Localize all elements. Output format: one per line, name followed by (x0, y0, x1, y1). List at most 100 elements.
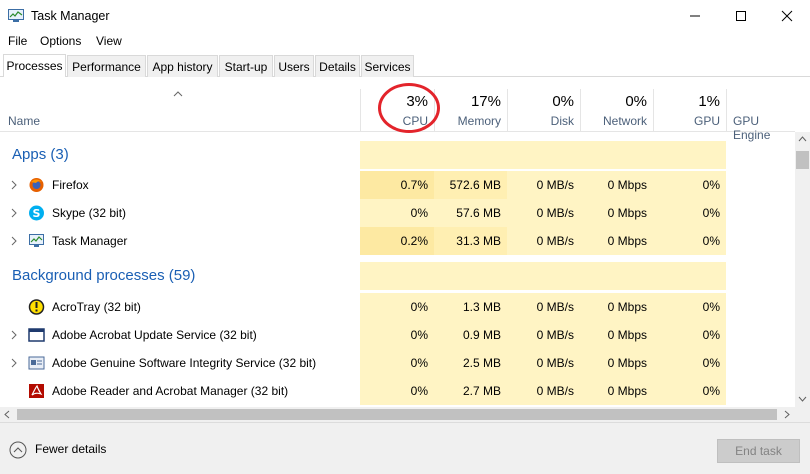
network-label: Network (602, 114, 647, 128)
memory-cell: 2.5 MB (434, 349, 507, 377)
acrotray-icon (28, 299, 45, 315)
gpu-cell: 0% (653, 227, 726, 255)
gpu-cell: 0% (653, 321, 726, 349)
section-background-title: Background processes (59) (12, 267, 196, 284)
footer: Fewer details End task (0, 422, 810, 474)
section-background[interactable]: Background processes (59) (0, 262, 795, 290)
header-memory[interactable]: 17% Memory (434, 89, 507, 132)
disk-cell: 0 MB/s (507, 199, 580, 227)
scroll-up-icon[interactable] (798, 136, 807, 142)
horizontal-scroll-thumb[interactable] (17, 409, 777, 420)
chevron-right-icon[interactable] (10, 330, 18, 340)
firefox-icon (29, 178, 44, 192)
close-button[interactable] (764, 0, 810, 32)
network-cell: 0 Mbps (580, 199, 653, 227)
memory-cell: 2.7 MB (434, 377, 507, 405)
memory-cell: 57.6 MB (434, 199, 507, 227)
tab-performance[interactable]: Performance (67, 55, 146, 77)
cpu-cell: 0.7% (360, 171, 434, 199)
process-name: Adobe Acrobat Update Service (32 bit) (52, 328, 257, 342)
section-apps[interactable]: Apps (3) (0, 141, 795, 169)
chevron-right-icon[interactable] (10, 208, 18, 218)
maximize-button[interactable] (718, 0, 764, 32)
header-gpu-engine[interactable]: GPU Engine (726, 89, 795, 142)
gpu-cell: 0% (653, 377, 726, 405)
tab-app-history[interactable]: App history (147, 55, 218, 77)
tab-details[interactable]: Details (315, 55, 360, 77)
window-title: Task Manager (31, 9, 110, 23)
process-list: Apps (3) 0.7% 572.6 MB 0 MB/s 0 Mbps 0% … (0, 133, 795, 407)
disk-label: Disk (550, 114, 574, 128)
table-row[interactable]: 0% 57.6 MB 0 MB/s 0 Mbps 0% S Skype (32 … (0, 199, 795, 227)
disk-cell: 0 MB/s (507, 293, 580, 321)
menu-bar: File Options View (0, 32, 810, 52)
task-manager-icon (29, 234, 44, 247)
gpu-cell: 0% (653, 171, 726, 199)
service-window-icon (28, 328, 45, 342)
header-disk[interactable]: 0% Disk (507, 89, 580, 132)
menu-view[interactable]: View (96, 34, 122, 48)
svg-text:S: S (33, 207, 41, 220)
tab-start-up[interactable]: Start-up (219, 55, 273, 77)
tab-users[interactable]: Users (274, 55, 314, 77)
scroll-down-icon[interactable] (798, 396, 807, 402)
table-row[interactable]: 0% 0.9 MB 0 MB/s 0 Mbps 0% Adobe Acrobat… (0, 321, 795, 349)
gpu-label: GPU (693, 114, 720, 128)
memory-cell: 572.6 MB (434, 171, 507, 199)
header-name[interactable]: Name (0, 89, 360, 132)
memory-cell: 0.9 MB (434, 321, 507, 349)
header-name-label: Name (8, 114, 41, 128)
end-task-button[interactable]: End task (717, 439, 800, 463)
gpu-cell: 0% (653, 349, 726, 377)
menu-file[interactable]: File (8, 34, 27, 48)
cpu-cell: 0% (360, 377, 434, 405)
chevron-right-icon[interactable] (10, 358, 18, 368)
cpu-cell: 0% (360, 293, 434, 321)
tab-processes[interactable]: Processes (3, 54, 66, 77)
scroll-right-icon[interactable] (784, 410, 790, 419)
menu-options[interactable]: Options (40, 34, 81, 48)
chevron-right-icon[interactable] (10, 236, 18, 246)
cpu-label: CPU (402, 114, 428, 128)
table-row[interactable]: 0.2% 31.3 MB 0 MB/s 0 Mbps 0% Task Manag… (0, 227, 795, 255)
gpu-cell: 0% (653, 199, 726, 227)
network-cell: 0 Mbps (580, 227, 653, 255)
cpu-cell: 0% (360, 199, 434, 227)
header-cpu[interactable]: 3% CPU (360, 89, 434, 132)
network-cell: 0 Mbps (580, 293, 653, 321)
table-row[interactable]: 0% 2.7 MB 0 MB/s 0 Mbps 0% Adobe Reader … (0, 377, 795, 405)
vertical-scrollbar[interactable] (795, 132, 810, 408)
disk-cell: 0 MB/s (507, 171, 580, 199)
table-row[interactable]: 0% 1.3 MB 0 MB/s 0 Mbps 0% AcroTray (32 … (0, 293, 795, 321)
cpu-cell: 0% (360, 349, 434, 377)
tab-services[interactable]: Services (361, 55, 414, 77)
chevron-up-circle-icon[interactable] (9, 441, 27, 459)
process-name: Adobe Reader and Acrobat Manager (32 bit… (52, 384, 289, 398)
header-network[interactable]: 0% Network (580, 89, 653, 132)
network-cell: 0 Mbps (580, 321, 653, 349)
network-cell: 0 Mbps (580, 349, 653, 377)
process-name: Firefox (52, 178, 89, 192)
fewer-details-link[interactable]: Fewer details (35, 442, 106, 456)
table-row[interactable]: 0.7% 572.6 MB 0 MB/s 0 Mbps 0% Firefox (0, 171, 795, 199)
memory-label: Memory (457, 114, 501, 128)
service-window-icon (28, 356, 45, 370)
vertical-scroll-thumb[interactable] (796, 151, 809, 169)
disk-cell: 0 MB/s (507, 227, 580, 255)
column-header: Name 3% CPU 17% Memory 0% Disk 0% Networ… (0, 89, 795, 142)
scrollbar-corner (795, 407, 810, 422)
header-gpu[interactable]: 1% GPU (653, 89, 726, 132)
process-name: Adobe Genuine Software Integrity Service… (52, 356, 317, 370)
process-name: Task Manager (52, 234, 128, 248)
scroll-left-icon[interactable] (4, 410, 10, 419)
close-icon (781, 10, 793, 22)
minimize-icon (690, 15, 700, 17)
table-row[interactable]: 0% 2.5 MB 0 MB/s 0 Mbps 0% Adobe Genuine… (0, 349, 795, 377)
memory-total: 17% (470, 93, 501, 110)
horizontal-scrollbar[interactable] (0, 407, 795, 422)
cpu-cell: 0.2% (360, 227, 434, 255)
gpu-total: 1% (698, 93, 720, 110)
skype-icon: S (29, 205, 44, 221)
minimize-button[interactable] (672, 0, 718, 32)
chevron-right-icon[interactable] (10, 180, 18, 190)
